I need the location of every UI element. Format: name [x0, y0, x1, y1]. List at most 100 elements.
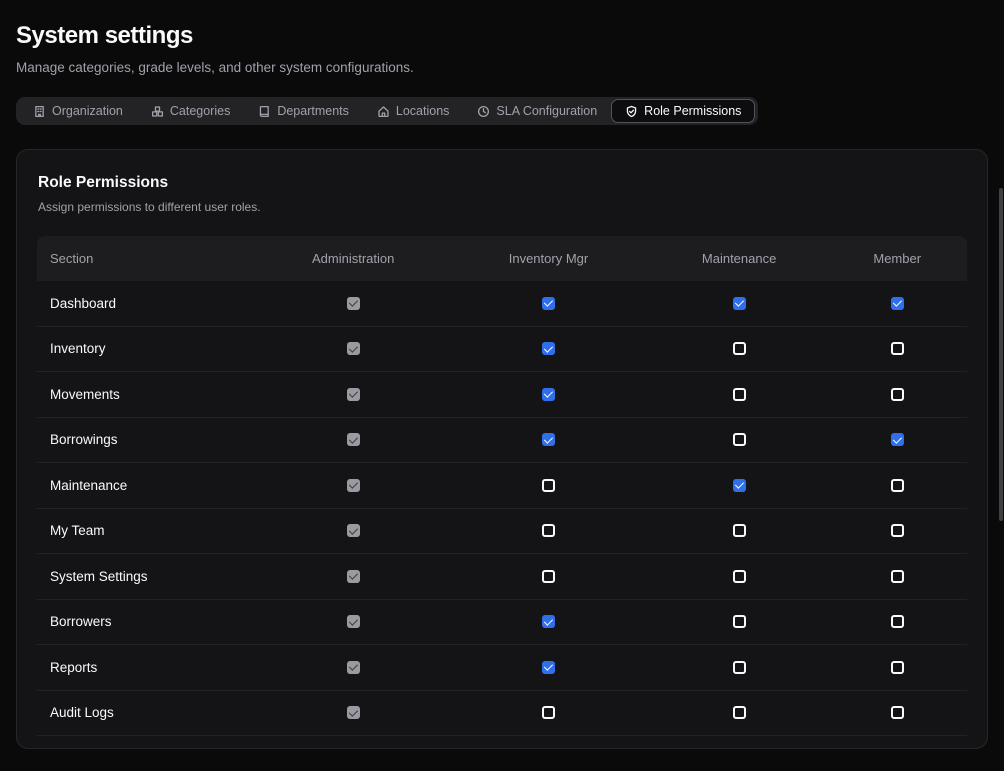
checked-checkbox[interactable]: [542, 433, 555, 446]
settings-tab-bar: Organization Categories Departments Loca…: [16, 97, 758, 125]
permission-cell-maintenance: [651, 297, 828, 310]
permission-cell-member: [827, 615, 967, 628]
section-label: Dashboard: [37, 296, 260, 311]
checked-checkbox: [347, 615, 360, 628]
scrollbar-thumb[interactable]: [999, 188, 1003, 521]
checked-checkbox[interactable]: [891, 433, 904, 446]
permission-cell-maintenance: [651, 433, 828, 446]
permission-cell-inventory_mgr: [446, 706, 651, 719]
permission-cell-member: [827, 388, 967, 401]
column-header-maintenance: Maintenance: [651, 251, 828, 266]
unchecked-checkbox[interactable]: [733, 342, 746, 355]
permission-cell-maintenance: [651, 706, 828, 719]
checked-checkbox[interactable]: [542, 297, 555, 310]
column-header-inventory-mgr: Inventory Mgr: [446, 251, 651, 266]
tab-label: Categories: [170, 104, 230, 118]
unchecked-checkbox[interactable]: [891, 706, 904, 719]
table-row: Audit Logs: [37, 691, 967, 737]
unchecked-checkbox[interactable]: [733, 388, 746, 401]
section-label: My Team: [37, 523, 260, 538]
checked-checkbox: [347, 524, 360, 537]
permission-cell-inventory_mgr: [446, 615, 651, 628]
unchecked-checkbox[interactable]: [733, 706, 746, 719]
unchecked-checkbox[interactable]: [733, 524, 746, 537]
table-row: Inventory: [37, 327, 967, 373]
unchecked-checkbox[interactable]: [733, 615, 746, 628]
checked-checkbox[interactable]: [733, 479, 746, 492]
unchecked-checkbox[interactable]: [733, 661, 746, 674]
unchecked-checkbox[interactable]: [542, 479, 555, 492]
checked-checkbox[interactable]: [733, 297, 746, 310]
table-body: Dashboard Inventory Movements Borrowings Mai…: [37, 281, 967, 736]
checked-checkbox[interactable]: [542, 615, 555, 628]
column-header-section: Section: [37, 251, 260, 266]
checked-checkbox[interactable]: [542, 342, 555, 355]
permission-cell-administration: [260, 661, 446, 674]
permission-cell-inventory_mgr: [446, 297, 651, 310]
unchecked-checkbox[interactable]: [733, 570, 746, 583]
tab-organization[interactable]: Organization: [19, 100, 137, 122]
permission-cell-member: [827, 342, 967, 355]
permission-cell-member: [827, 661, 967, 674]
section-label: Maintenance: [37, 478, 260, 493]
unchecked-checkbox[interactable]: [891, 388, 904, 401]
page-subtitle: Manage categories, grade levels, and oth…: [16, 60, 988, 75]
section-label: Movements: [37, 387, 260, 402]
system-settings-page: System settings Manage categories, grade…: [0, 0, 1004, 765]
permission-cell-administration: [260, 524, 446, 537]
table-row: Dashboard: [37, 281, 967, 327]
permission-cell-administration: [260, 706, 446, 719]
permission-cell-maintenance: [651, 661, 828, 674]
permission-cell-administration: [260, 479, 446, 492]
permission-cell-maintenance: [651, 479, 828, 492]
permission-cell-maintenance: [651, 388, 828, 401]
page-title: System settings: [16, 22, 988, 50]
checked-checkbox: [347, 388, 360, 401]
permission-cell-inventory_mgr: [446, 433, 651, 446]
unchecked-checkbox[interactable]: [891, 524, 904, 537]
permission-cell-inventory_mgr: [446, 524, 651, 537]
table-row: Borrowers: [37, 600, 967, 646]
checked-checkbox: [347, 433, 360, 446]
checked-checkbox[interactable]: [542, 388, 555, 401]
tab-label: Departments: [277, 104, 349, 118]
checked-checkbox: [347, 479, 360, 492]
permission-cell-inventory_mgr: [446, 342, 651, 355]
checked-checkbox: [347, 570, 360, 583]
tab-role-permissions[interactable]: Role Permissions: [611, 99, 755, 123]
unchecked-checkbox[interactable]: [542, 706, 555, 719]
table-header: Section Administration Inventory Mgr Mai…: [37, 236, 967, 281]
section-label: Audit Logs: [37, 705, 260, 720]
unchecked-checkbox[interactable]: [891, 661, 904, 674]
checked-checkbox: [347, 297, 360, 310]
section-label: Reports: [37, 660, 260, 675]
tab-locations[interactable]: Locations: [363, 100, 464, 122]
checked-checkbox[interactable]: [542, 661, 555, 674]
permission-cell-maintenance: [651, 524, 828, 537]
table-row: Movements: [37, 372, 967, 418]
tab-departments[interactable]: Departments: [244, 100, 363, 122]
table-row: Borrowings: [37, 418, 967, 464]
unchecked-checkbox[interactable]: [891, 342, 904, 355]
permission-cell-administration: [260, 388, 446, 401]
column-header-member: Member: [827, 251, 967, 266]
tab-sla-configuration[interactable]: SLA Configuration: [463, 100, 611, 122]
tab-label: Organization: [52, 104, 123, 118]
unchecked-checkbox[interactable]: [542, 570, 555, 583]
section-label: Borrowers: [37, 614, 260, 629]
unchecked-checkbox[interactable]: [891, 615, 904, 628]
house-icon: [377, 105, 390, 118]
tab-categories[interactable]: Categories: [137, 100, 244, 122]
checked-checkbox[interactable]: [891, 297, 904, 310]
checked-checkbox: [347, 706, 360, 719]
unchecked-checkbox[interactable]: [733, 433, 746, 446]
unchecked-checkbox[interactable]: [891, 479, 904, 492]
permission-cell-member: [827, 479, 967, 492]
tab-label: SLA Configuration: [496, 104, 597, 118]
permission-cell-maintenance: [651, 615, 828, 628]
unchecked-checkbox[interactable]: [891, 570, 904, 583]
permission-cell-administration: [260, 570, 446, 583]
table-row: Maintenance: [37, 463, 967, 509]
unchecked-checkbox[interactable]: [542, 524, 555, 537]
permission-cell-member: [827, 433, 967, 446]
